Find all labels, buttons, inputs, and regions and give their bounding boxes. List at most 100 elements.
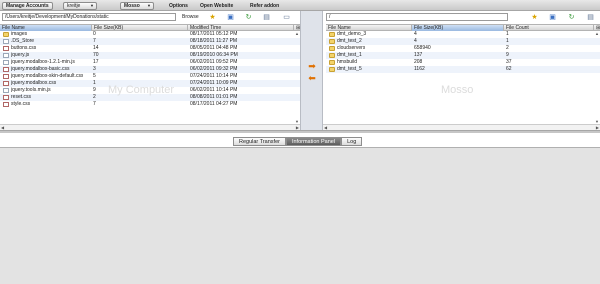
file-size: 4 bbox=[414, 31, 417, 37]
scroll-up-icon[interactable]: ▲ bbox=[595, 31, 599, 36]
table-row[interactable]: buttons.css 14 08/05/2011 04:48 PM bbox=[0, 45, 300, 52]
file-size: 137 bbox=[414, 52, 423, 58]
local-file-list: images 0 08/17/2011 05:12 PM .DS_Store 7 08/… bbox=[0, 31, 300, 108]
file-count: 2 bbox=[506, 45, 509, 51]
file-modified: 08/05/2011 04:48 PM bbox=[190, 45, 238, 51]
remote-vertical-scrollbar[interactable]: ▲ ▼ bbox=[595, 31, 600, 124]
file-modified: 08/17/2011 04:27 PM bbox=[190, 101, 238, 107]
file-size: 70 bbox=[93, 52, 99, 58]
file-name: hmsbuild bbox=[337, 59, 358, 65]
upload-icon[interactable]: ▣ bbox=[548, 13, 557, 22]
table-row[interactable]: style.css 7 08/17/2011 04:27 PM bbox=[0, 101, 300, 108]
folder-icon bbox=[329, 53, 335, 58]
file-name: images bbox=[11, 31, 28, 37]
tab-log[interactable]: Log bbox=[341, 137, 363, 146]
table-row[interactable]: dmt_test_5 1162 62 bbox=[326, 66, 600, 73]
transfer-controls: ➡ ⬅ bbox=[300, 11, 323, 130]
file-size: 5 bbox=[93, 73, 96, 79]
browse-button[interactable]: Browse bbox=[182, 13, 199, 21]
table-row[interactable]: jquery.modalbox-1.2.1-min.js 17 06/02/2011… bbox=[0, 59, 300, 66]
properties-icon[interactable]: ▤ bbox=[586, 13, 595, 22]
local-file-pane: /Users/kreitje/Development/MyDonations/s… bbox=[0, 11, 300, 130]
chevron-down-icon: ▼ bbox=[90, 3, 94, 8]
upload-icon[interactable]: ▣ bbox=[226, 13, 235, 22]
manage-accounts-button[interactable]: Manage Accounts bbox=[2, 2, 53, 10]
remote-file-list: dmt_demo_3 4 1 dmt_test_2 4 1 cloudservers 65… bbox=[326, 31, 600, 73]
file-size: 4 bbox=[414, 38, 417, 44]
table-row[interactable]: jquery.modalbox-skin-default.css 5 07/24/2… bbox=[0, 73, 300, 80]
upload-arrow-icon[interactable]: ➡ bbox=[306, 62, 318, 71]
file-modified: 06/02/2011 10:14 PM bbox=[190, 87, 238, 93]
file-count: 1 bbox=[506, 31, 509, 37]
menu-options[interactable]: Options bbox=[169, 2, 188, 10]
scroll-up-icon[interactable]: ▲ bbox=[295, 31, 299, 36]
refresh-icon[interactable]: ↻ bbox=[567, 13, 576, 22]
file-count: 62 bbox=[506, 66, 512, 72]
file-name: reset.css bbox=[11, 94, 32, 100]
menu-refer-addon[interactable]: Refer addon bbox=[250, 2, 279, 10]
file-size: 658940 bbox=[414, 45, 431, 51]
split-divider[interactable] bbox=[0, 130, 600, 133]
file-name: dmt_test_2 bbox=[337, 38, 362, 44]
information-panel bbox=[0, 147, 600, 284]
table-row[interactable]: jquery.modalbox.css 1 07/24/2011 10:09 PM bbox=[0, 80, 300, 87]
js-file-icon bbox=[3, 60, 9, 65]
file-size: 7 bbox=[93, 38, 96, 44]
file-size: 1 bbox=[93, 80, 96, 86]
folder-icon bbox=[329, 60, 335, 65]
file-size: 17 bbox=[93, 59, 99, 65]
local-path-input[interactable]: /Users/kreitje/Development/MyDonations/s… bbox=[2, 13, 176, 21]
chevron-down-icon: ▼ bbox=[147, 3, 151, 8]
js-file-icon bbox=[3, 53, 9, 58]
table-row[interactable]: cloudservers 658940 2 bbox=[326, 45, 600, 52]
file-name: jquery.modalbox-skin-default.css bbox=[11, 73, 84, 79]
new-folder-icon[interactable]: ★ bbox=[530, 13, 539, 22]
refresh-icon[interactable]: ↻ bbox=[244, 13, 253, 22]
table-row[interactable]: .DS_Store 7 08/18/2011 11:27 PM bbox=[0, 38, 300, 45]
properties-icon[interactable]: ▤ bbox=[262, 13, 271, 22]
table-row[interactable]: images 0 08/17/2011 05:12 PM bbox=[0, 31, 300, 38]
file-modified: 08/17/2011 05:12 PM bbox=[190, 31, 238, 37]
css-file-icon bbox=[3, 46, 9, 51]
remote-file-pane: / ★ ▣ ↻ ▤ File Name File Size(KB) File C… bbox=[323, 11, 600, 130]
table-row[interactable]: jquery.js 70 08/19/2010 06:34 PM bbox=[0, 52, 300, 59]
css-file-icon bbox=[3, 95, 9, 100]
table-row[interactable]: hmsbuild 208 37 bbox=[326, 59, 600, 66]
new-folder-icon[interactable]: ★ bbox=[208, 13, 217, 22]
tab-information-panel[interactable]: Information Panel bbox=[285, 137, 342, 146]
table-row[interactable]: reset.css 2 08/08/2011 01:01 PM bbox=[0, 94, 300, 101]
file-name: style.css bbox=[11, 101, 31, 107]
table-row[interactable]: jquery.tools.min.js 9 06/02/2011 10:14 PM bbox=[0, 87, 300, 94]
view-icon[interactable]: ▭ bbox=[282, 13, 291, 22]
file-size: 2 bbox=[93, 94, 96, 100]
folder-icon bbox=[329, 32, 335, 37]
table-row[interactable]: dmt_demo_3 4 1 bbox=[326, 31, 600, 38]
js-file-icon bbox=[3, 88, 9, 93]
provider-select[interactable]: Mosso ▼ bbox=[120, 2, 154, 10]
table-row[interactable]: dmt_test_2 4 1 bbox=[326, 38, 600, 45]
local-table-header: File Name File Size(KB) Modified Time ⊞ bbox=[0, 24, 300, 31]
file-size: 3 bbox=[93, 66, 96, 72]
menu-open-website[interactable]: Open Website bbox=[200, 2, 233, 10]
file-name: dmt_test_5 bbox=[337, 66, 362, 72]
file-name: dmt_demo_3 bbox=[337, 31, 367, 37]
download-arrow-icon[interactable]: ⬅ bbox=[306, 74, 318, 83]
file-modified: 08/19/2010 06:34 PM bbox=[190, 52, 238, 58]
account-select-value: kreitje bbox=[67, 3, 81, 9]
file-name: buttons.css bbox=[11, 45, 37, 51]
css-file-icon bbox=[3, 74, 9, 79]
file-size: 7 bbox=[93, 101, 96, 107]
tab-regular-transfer[interactable]: Regular Transfer bbox=[233, 137, 286, 146]
folder-icon bbox=[329, 46, 335, 51]
provider-select-value: Mosso bbox=[124, 3, 140, 9]
file-size: 208 bbox=[414, 59, 423, 65]
file-count: 37 bbox=[506, 59, 512, 65]
file-name: jquery.modalbox.css bbox=[11, 80, 57, 86]
file-count: 1 bbox=[506, 38, 509, 44]
table-row[interactable]: jquery.modalbox-basic.css 3 06/02/2011 09:… bbox=[0, 66, 300, 73]
account-select[interactable]: kreitje ▼ bbox=[63, 2, 97, 10]
file-modified: 06/02/2011 09:32 PM bbox=[190, 66, 238, 72]
table-row[interactable]: dmt_test_1 137 9 bbox=[326, 52, 600, 59]
remote-path-input[interactable]: / bbox=[326, 13, 508, 21]
file-name: jquery.modalbox-basic.css bbox=[11, 66, 70, 72]
